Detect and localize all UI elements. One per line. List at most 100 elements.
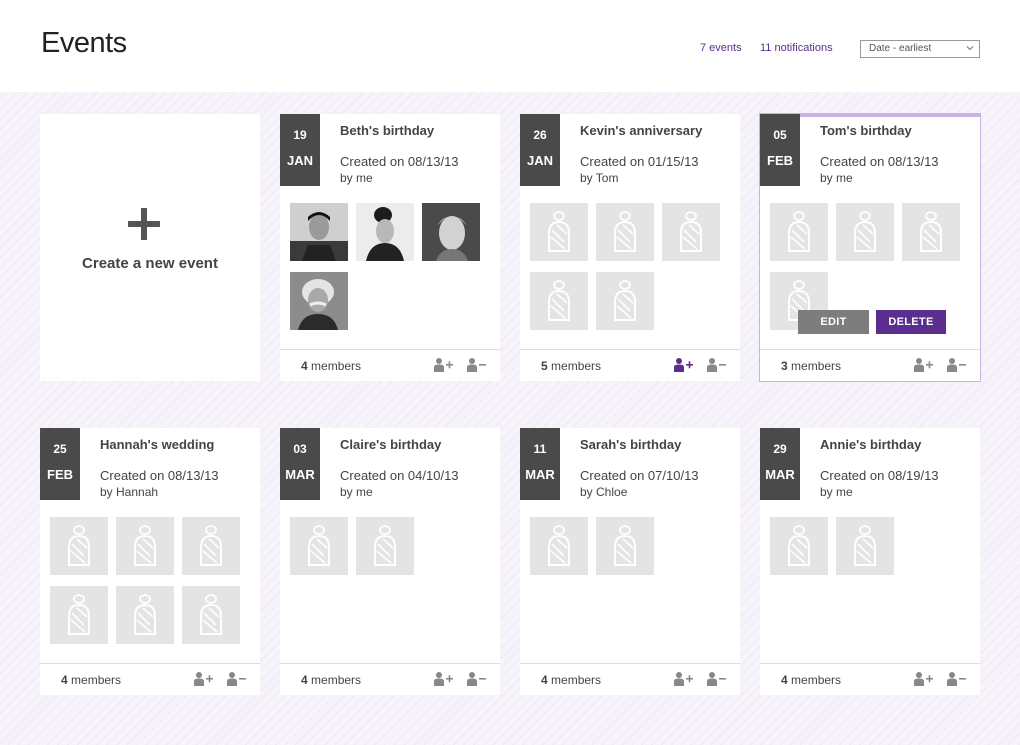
member-placeholder-icon[interactable] bbox=[902, 203, 960, 261]
remove-member-icon[interactable] bbox=[946, 671, 968, 687]
member-placeholder-icon[interactable] bbox=[530, 272, 588, 330]
member-placeholder-icon[interactable] bbox=[530, 203, 588, 261]
date-month: JAN bbox=[526, 153, 553, 168]
remove-member-icon[interactable] bbox=[706, 671, 728, 687]
member-photo[interactable] bbox=[290, 203, 348, 261]
member-placeholder-icon[interactable] bbox=[116, 517, 174, 575]
member-placeholder-icon[interactable] bbox=[596, 517, 654, 575]
event-title[interactable]: Annie's birthday bbox=[820, 437, 921, 452]
event-created-date: Created on 01/15/13 bbox=[580, 154, 699, 169]
members-count: 4 members bbox=[541, 673, 601, 687]
date-month: MAR bbox=[285, 467, 315, 482]
sort-dropdown[interactable]: Date - earliest bbox=[860, 40, 980, 58]
member-placeholder-icon[interactable] bbox=[182, 517, 240, 575]
date-month: MAR bbox=[525, 467, 555, 482]
remove-member-icon[interactable] bbox=[706, 357, 728, 373]
add-member-icon[interactable] bbox=[433, 671, 455, 687]
remove-member-icon[interactable] bbox=[226, 671, 248, 687]
add-member-icon[interactable] bbox=[433, 357, 455, 373]
date-badge: 29 MAR bbox=[760, 428, 800, 500]
event-card-hannah-wedding[interactable]: 25 FEB Hannah's wedding Created on 08/13/13… bbox=[40, 428, 260, 695]
member-placeholder-icon[interactable] bbox=[116, 586, 174, 644]
event-card-annie-birthday[interactable]: 29 MAR Annie's birthday Created on 08/19/13… bbox=[760, 428, 980, 695]
members-count: 4 members bbox=[61, 673, 121, 687]
member-photo[interactable] bbox=[422, 203, 480, 261]
event-created-date: Created on 08/19/13 bbox=[820, 468, 939, 483]
page-header: Events 7 events 11 notifications Date - … bbox=[0, 0, 1020, 92]
event-title[interactable]: Sarah's birthday bbox=[580, 437, 681, 452]
event-card-beth-birthday[interactable]: 19 JAN Beth's birthday Created on 08/13/13 b… bbox=[280, 114, 500, 381]
members-label: members bbox=[787, 359, 842, 373]
create-event-card[interactable]: Create a new event bbox=[40, 114, 260, 381]
event-card-claire-birthday[interactable]: 03 MAR Claire's birthday Created on 04/10/1… bbox=[280, 428, 500, 695]
event-card-tom-birthday[interactable]: 05 FEB Tom's birthday Created on 08/13/13 by… bbox=[759, 113, 981, 382]
event-created-date: Created on 08/13/13 bbox=[340, 154, 459, 169]
event-title[interactable]: Beth's birthday bbox=[340, 123, 434, 138]
event-title[interactable]: Hannah's wedding bbox=[100, 437, 214, 452]
members-number: 4 bbox=[541, 673, 548, 687]
card-footer: 4 members bbox=[760, 663, 980, 695]
add-member-icon[interactable] bbox=[913, 357, 935, 373]
member-photo[interactable] bbox=[290, 272, 348, 330]
date-day: 25 bbox=[53, 442, 67, 456]
event-card-sarah-birthday[interactable]: 11 MAR Sarah's birthday Created on 07/10/13… bbox=[520, 428, 740, 695]
date-day: 05 bbox=[773, 128, 787, 142]
event-creator: by Hannah bbox=[100, 485, 159, 499]
card-footer: 5 members bbox=[520, 349, 740, 381]
date-month: FEB bbox=[47, 467, 73, 482]
event-creator: by me bbox=[340, 171, 373, 185]
date-badge: 25 FEB bbox=[40, 428, 80, 500]
members-number: 4 bbox=[781, 673, 788, 687]
card-footer: 4 members bbox=[280, 663, 500, 695]
events-count-link[interactable]: 7 events bbox=[700, 42, 742, 54]
member-photo[interactable] bbox=[356, 203, 414, 261]
date-day: 11 bbox=[533, 442, 547, 456]
edit-button[interactable]: EDIT bbox=[798, 310, 869, 334]
member-placeholder-icon[interactable] bbox=[836, 203, 894, 261]
member-placeholder-icon[interactable] bbox=[530, 517, 588, 575]
members-number: 3 bbox=[781, 359, 788, 373]
members-count: 5 members bbox=[541, 359, 601, 373]
members-number: 4 bbox=[301, 673, 308, 687]
member-placeholder-icon[interactable] bbox=[50, 517, 108, 575]
remove-member-icon[interactable] bbox=[466, 357, 488, 373]
member-placeholder-icon[interactable] bbox=[356, 517, 414, 575]
members-count: 4 members bbox=[781, 673, 841, 687]
member-placeholder-icon[interactable] bbox=[596, 272, 654, 330]
member-placeholder-icon[interactable] bbox=[662, 203, 720, 261]
event-card-kevin-anniversary[interactable]: 26 JAN Kevin's anniversary Created on 01/15… bbox=[520, 114, 740, 381]
card-footer: 4 members bbox=[40, 663, 260, 695]
event-creator: by me bbox=[820, 485, 853, 499]
event-created-date: Created on 04/10/13 bbox=[340, 468, 459, 483]
date-day: 26 bbox=[533, 128, 547, 142]
notifications-link[interactable]: 11 notifications bbox=[760, 42, 833, 54]
event-title[interactable]: Kevin's anniversary bbox=[580, 123, 702, 138]
add-member-icon[interactable] bbox=[193, 671, 215, 687]
remove-member-icon[interactable] bbox=[946, 357, 968, 373]
event-title[interactable]: Tom's birthday bbox=[820, 123, 912, 138]
member-placeholder-icon[interactable] bbox=[290, 517, 348, 575]
members-count: 4 members bbox=[301, 673, 361, 687]
member-placeholder-icon[interactable] bbox=[770, 517, 828, 575]
add-member-icon[interactable] bbox=[913, 671, 935, 687]
member-placeholder-icon[interactable] bbox=[50, 586, 108, 644]
member-placeholder-icon[interactable] bbox=[836, 517, 894, 575]
members-count: 3 members bbox=[781, 359, 841, 373]
event-created-date: Created on 08/13/13 bbox=[100, 468, 219, 483]
date-badge: 19 JAN bbox=[280, 114, 320, 186]
members-number: 4 bbox=[61, 673, 68, 687]
member-placeholder-icon[interactable] bbox=[770, 203, 828, 261]
date-month: FEB bbox=[767, 153, 793, 168]
add-member-icon[interactable] bbox=[673, 357, 695, 373]
member-placeholder-icon[interactable] bbox=[182, 586, 240, 644]
date-month: MAR bbox=[765, 467, 795, 482]
delete-button[interactable]: DELETE bbox=[876, 310, 946, 334]
member-placeholder-icon[interactable] bbox=[596, 203, 654, 261]
date-badge: 03 MAR bbox=[280, 428, 320, 500]
card-footer: 4 members bbox=[520, 663, 740, 695]
event-creator: by me bbox=[820, 171, 853, 185]
remove-member-icon[interactable] bbox=[466, 671, 488, 687]
event-title[interactable]: Claire's birthday bbox=[340, 437, 441, 452]
add-member-icon[interactable] bbox=[673, 671, 695, 687]
sort-dropdown-value: Date - earliest bbox=[869, 43, 932, 54]
